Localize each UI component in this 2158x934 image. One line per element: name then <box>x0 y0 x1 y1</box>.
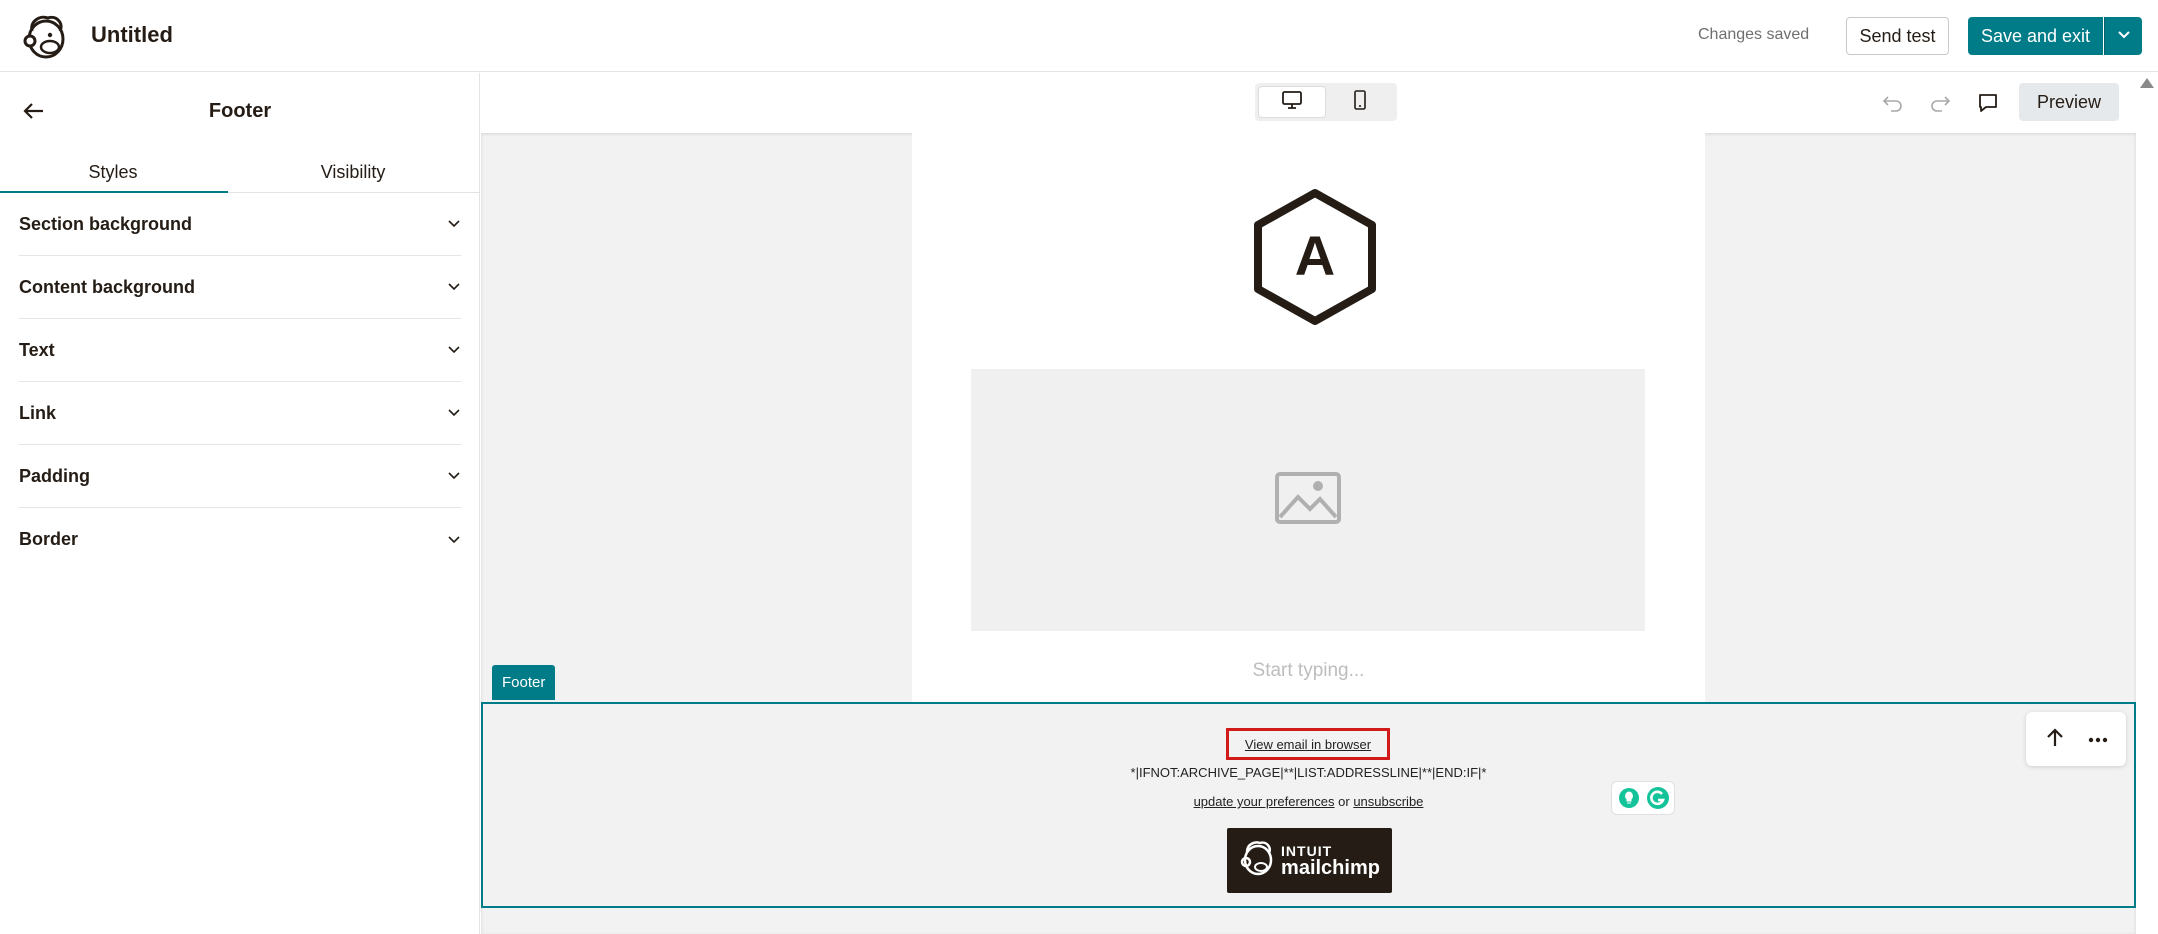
panel-tabs: Styles Visibility <box>0 149 480 193</box>
grammarly-widget[interactable] <box>1611 781 1675 815</box>
grammarly-icon <box>1646 786 1670 815</box>
email-body: A Start typing... <box>912 133 1705 703</box>
chevron-down-icon <box>447 531 461 549</box>
border-accordion[interactable]: Border <box>19 508 461 571</box>
send-test-button[interactable]: Send test <box>1846 17 1949 55</box>
image-icon <box>1274 471 1342 530</box>
email-canvas: A Start typing... Footer View email in b… <box>481 133 2136 934</box>
preview-button[interactable]: Preview <box>2019 83 2119 121</box>
chevron-down-icon <box>2117 27 2131 45</box>
chevron-down-icon <box>447 215 461 233</box>
link-accordion[interactable]: Link <box>19 382 461 445</box>
text-accordion[interactable]: Text <box>19 319 461 382</box>
save-and-exit-button[interactable]: Save and exit <box>1968 17 2103 55</box>
mobile-view-button[interactable] <box>1326 86 1394 118</box>
accordion-label: Padding <box>19 465 90 486</box>
device-toggle <box>1255 83 1397 121</box>
chevron-down-icon <box>447 341 461 359</box>
comment-icon[interactable] <box>1973 88 2003 118</box>
accordion-label: Text <box>19 339 55 360</box>
footer-section[interactable]: View email in browser *|IFNOT:ARCHIVE_PA… <box>481 702 2136 908</box>
accordion-label: Section background <box>19 213 193 234</box>
more-options-icon[interactable] <box>2088 732 2108 750</box>
padding-accordion[interactable]: Padding <box>19 445 461 508</box>
chevron-down-icon <box>447 467 461 485</box>
save-options-dropdown[interactable] <box>2104 17 2142 55</box>
accordion-label: Link <box>19 402 57 423</box>
move-up-icon[interactable] <box>2044 727 2066 754</box>
undo-icon[interactable] <box>1878 88 1908 118</box>
intuit-mailchimp-badge[interactable]: INTUIT mailchimp <box>1227 828 1392 893</box>
canvas-toolbar: Preview <box>481 73 2136 133</box>
chevron-down-icon <box>447 278 461 296</box>
badge-intuit-text: INTUIT <box>1281 842 1333 859</box>
unsubscribe-link[interactable]: unsubscribe <box>1353 794 1423 809</box>
campaign-title[interactable]: Untitled <box>91 22 173 48</box>
address-merge-tags: *|IFNOT:ARCHIVE_PAGE|**|LIST:ADDRESSLINE… <box>1130 765 1487 780</box>
footer-section-tag: Footer <box>492 665 556 700</box>
accordion-label: Content background <box>19 276 195 297</box>
accordion-label: Border <box>19 529 79 549</box>
text-block-placeholder[interactable]: Start typing... <box>912 660 1705 682</box>
mobile-icon <box>1353 89 1367 116</box>
view-in-browser-highlight: View email in browser <box>1226 728 1390 760</box>
brand-logo[interactable]: A <box>1250 187 1380 327</box>
section-background-accordion[interactable]: Section background <box>19 193 461 256</box>
section-actions <box>2026 712 2126 766</box>
panel-title: Footer <box>208 100 272 122</box>
desktop-view-button[interactable] <box>1258 86 1326 118</box>
image-placeholder[interactable] <box>971 369 1645 631</box>
desktop-icon <box>1281 90 1303 115</box>
left-panel: Footer Styles Visibility Section backgro… <box>0 73 480 934</box>
style-sections: Section background Content background Te… <box>0 193 480 571</box>
top-bar: Untitled Changes saved Send test Save an… <box>0 0 2158 72</box>
scroll-up-icon[interactable] <box>2140 78 2154 88</box>
tab-styles[interactable]: Styles <box>0 149 229 193</box>
chevron-down-icon <box>447 404 461 422</box>
or-text: or <box>1334 794 1354 809</box>
preferences-line: update your preferences or unsubscribe <box>483 794 2134 809</box>
update-preferences-link[interactable]: update your preferences <box>1194 794 1335 809</box>
view-in-browser-link[interactable]: View email in browser <box>1245 737 1371 752</box>
save-status: Changes saved <box>1698 26 1810 43</box>
redo-icon[interactable] <box>1925 88 1955 118</box>
badge-text: INTUIT mailchimp <box>1281 844 1380 878</box>
freddie-icon <box>1239 838 1275 883</box>
content-background-accordion[interactable]: Content background <box>19 256 461 319</box>
lightbulb-icon <box>1618 787 1640 814</box>
tab-visibility[interactable]: Visibility <box>226 149 480 192</box>
mailchimp-logo-icon[interactable] <box>20 11 70 61</box>
logo-letter: A <box>1295 224 1335 287</box>
badge-mailchimp-text: mailchimp <box>1281 856 1380 879</box>
